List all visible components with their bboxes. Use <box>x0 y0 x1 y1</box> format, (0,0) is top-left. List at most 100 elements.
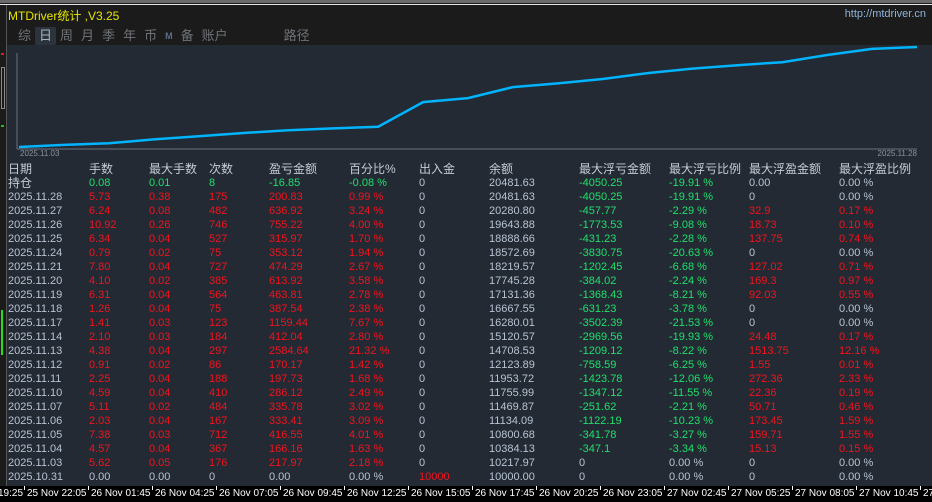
window-top-border <box>0 0 932 3</box>
cell-max-float-profit-pct: 1.59 % <box>839 415 874 427</box>
cell-max-float-profit: 1.55 <box>749 359 771 371</box>
cell-deposit: 0 <box>419 429 426 441</box>
cell-max-float-profit-pct: 0.00 % <box>839 303 874 315</box>
cell-date: 2025.11.07 <box>8 401 63 413</box>
cell-max-lots: 0.02 <box>149 275 171 287</box>
time-label: 25 Nov 22:05 <box>27 488 87 499</box>
cell-max-lots: 0.04 <box>149 303 171 315</box>
cell-count: 175 <box>209 191 228 203</box>
cell-count: 8 <box>209 177 216 189</box>
cell-max-float-loss: -1423.78 <box>579 373 623 385</box>
cell-max-float-profit-pct: 0.00 % <box>839 457 874 469</box>
cell-pnl: 463.81 <box>269 289 303 301</box>
cell-balance: 10800.68 <box>489 429 535 441</box>
cell-max-float-loss: -431.23 <box>579 233 617 245</box>
cell-balance: 12123.89 <box>489 359 535 371</box>
time-label: 26 Nov 17:45 <box>475 488 535 499</box>
period-tabs: 综日周月季年币 M 备账户 路径 <box>14 27 314 45</box>
cell-max-float-profit-pct: 0.01 % <box>839 359 874 371</box>
cell-max-float-loss: -631.23 <box>579 303 617 315</box>
cell-max-lots: 0.04 <box>149 387 171 399</box>
cell-percent: -0.08 % <box>349 177 387 189</box>
cell-count: 184 <box>209 331 228 343</box>
cell-deposit: 0 <box>419 387 426 399</box>
cell-pnl: 286.12 <box>269 387 303 399</box>
cell-date: 2025.11.06 <box>8 415 63 427</box>
window-top-border-highlight <box>0 4 932 5</box>
tab-9[interactable]: 账户 <box>198 27 232 45</box>
cell-pnl: 2584.64 <box>269 345 309 357</box>
cell-pnl: -16.85 <box>269 177 301 189</box>
time-label: 26 Nov 09:45 <box>283 488 343 499</box>
tab-6[interactable]: 币 <box>140 27 161 45</box>
cell-lots: 5.11 <box>89 401 110 413</box>
website-link[interactable]: http://mtdriver.cn <box>845 8 926 20</box>
cell-max-float-profit: 24.48 <box>749 331 777 343</box>
cell-max-float-loss: -1202.45 <box>579 261 623 273</box>
cell-max-float-profit: 159.71 <box>749 429 783 441</box>
time-label: 27 Nov 10:45 <box>859 488 919 499</box>
cell-balance: 18572.69 <box>489 247 535 259</box>
cell-deposit: 0 <box>419 191 426 203</box>
app-title: MTDriver统计 ,V3.25 <box>8 9 120 23</box>
cell-pnl: 412.04 <box>269 331 303 343</box>
cell-max-float-loss-pct: -9.08 % <box>669 219 707 231</box>
cell-max-float-profit: 32.9 <box>749 205 771 217</box>
cell-pnl: 200.83 <box>269 191 303 203</box>
cell-balance: 15120.57 <box>489 331 535 343</box>
cell-max-float-profit-pct: 0.10 % <box>839 219 874 231</box>
tab-1[interactable]: 日 <box>35 27 57 45</box>
cell-max-lots: 0.05 <box>149 457 171 469</box>
cell-max-float-profit-pct: 0.15 % <box>839 443 874 455</box>
cell-lots: 7.38 <box>89 429 111 441</box>
time-label: 27 Nov 05:25 <box>731 488 791 499</box>
cell-max-float-loss: -1209.12 <box>579 345 623 357</box>
tab-5[interactable]: 年 <box>119 27 140 45</box>
cell-percent: 1.68 % <box>349 373 384 385</box>
cell-max-float-profit: 92.03 <box>749 289 777 301</box>
cell-max-lots: 0.01 <box>149 177 171 189</box>
cell-balance: 20481.63 <box>489 177 535 189</box>
cell-percent: 1.70 % <box>349 233 384 245</box>
cell-max-float-loss-pct: 0.00 % <box>669 471 704 483</box>
cell-max-float-profit: 15.13 <box>749 443 777 455</box>
cell-percent: 3.02 % <box>349 401 384 413</box>
cell-deposit: 0 <box>419 233 426 245</box>
tab-10[interactable]: 路径 <box>280 27 314 45</box>
cell-deposit: 10000 <box>419 471 450 483</box>
cell-max-float-loss-pct: -20.63 % <box>669 247 714 259</box>
cell-lots: 0.08 <box>89 177 111 189</box>
cell-max-lots: 0.04 <box>149 345 171 357</box>
tab-3[interactable]: 月 <box>77 27 98 45</box>
cell-date: 2025.11.03 <box>8 457 63 469</box>
tab-8[interactable]: 备 <box>177 27 198 45</box>
cell-date: 2025.11.10 <box>8 387 63 399</box>
cell-count: 167 <box>209 415 228 427</box>
chart-start-date: 2025.11.03 <box>20 149 60 158</box>
cell-percent: 2.80 % <box>349 331 384 343</box>
cell-balance: 20481.63 <box>489 191 535 203</box>
tab-2[interactable]: 周 <box>56 27 77 45</box>
cell-max-float-profit: 127.02 <box>749 261 783 273</box>
cell-lots: 2.25 <box>89 373 111 385</box>
cell-deposit: 0 <box>419 219 426 231</box>
cell-percent: 7.67 % <box>349 317 384 329</box>
cell-lots: 10.92 <box>89 219 117 231</box>
cell-date: 2025.11.11 <box>8 373 62 385</box>
time-tick <box>280 486 281 490</box>
cell-date: 2025.11.20 <box>8 275 63 287</box>
header-deposit: 出入金 <box>419 162 456 176</box>
time-label: 26 Nov 01:45 <box>91 488 151 499</box>
tab-0[interactable]: 综 <box>14 27 35 45</box>
tab-4[interactable]: 季 <box>98 27 119 45</box>
cell-deposit: 0 <box>419 331 426 343</box>
cell-percent: 2.18 % <box>349 457 384 469</box>
tab-7[interactable]: M <box>161 27 177 45</box>
cell-pnl: 0.00 <box>269 471 291 483</box>
cell-deposit: 0 <box>419 289 426 301</box>
time-tick <box>792 486 793 490</box>
cell-max-float-loss-pct: -21.53 % <box>669 317 714 329</box>
time-label: 19:25 <box>0 488 24 499</box>
cell-percent: 2.67 % <box>349 261 384 273</box>
cell-count: 297 <box>209 345 228 357</box>
